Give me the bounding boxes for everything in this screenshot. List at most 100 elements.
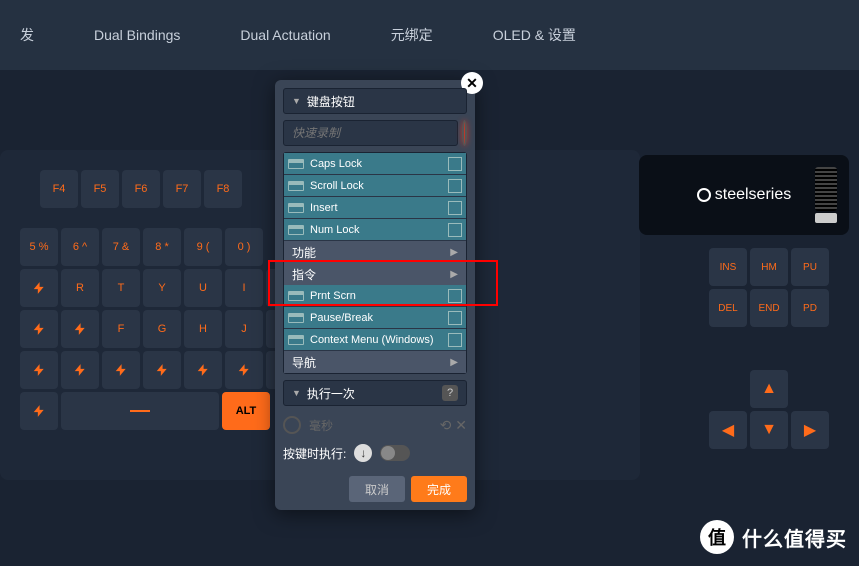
key-j[interactable]: J bbox=[225, 310, 263, 348]
speaker-grille-icon bbox=[815, 167, 837, 211]
key-bolt[interactable] bbox=[61, 351, 99, 389]
key-alt-selected[interactable]: ALT bbox=[222, 392, 270, 430]
checkbox[interactable] bbox=[448, 223, 462, 237]
checkbox[interactable] bbox=[448, 289, 462, 303]
arrow-key-cluster: ▲ ◀ ▼ ▶ bbox=[709, 370, 829, 452]
key-hm[interactable]: HM bbox=[750, 248, 788, 286]
category-command[interactable]: 指令▶ bbox=[284, 263, 466, 285]
tab-oled-settings[interactable]: OLED & 设置 bbox=[493, 25, 576, 45]
key-9[interactable]: 9 ( bbox=[184, 228, 222, 266]
checkbox[interactable] bbox=[448, 333, 462, 347]
brand-text: steelseries bbox=[715, 186, 791, 204]
tab-dual-actuation[interactable]: Dual Actuation bbox=[240, 27, 330, 43]
item-caps-lock[interactable]: Caps Lock bbox=[284, 153, 466, 175]
key-f[interactable]: F bbox=[102, 310, 140, 348]
item-pause-break[interactable]: Pause/Break bbox=[284, 307, 466, 329]
key-space[interactable] bbox=[61, 392, 219, 430]
key-i[interactable]: I bbox=[225, 269, 263, 307]
done-button[interactable]: 完成 bbox=[411, 476, 467, 502]
watermark-text: 什么值得买 bbox=[742, 523, 847, 552]
key-f4[interactable]: F4 bbox=[40, 170, 78, 208]
binding-popup: ✕ ▼键盘按钮 Caps Lock Scroll Lock Insert Num… bbox=[275, 80, 475, 510]
key-6[interactable]: 6 ^ bbox=[61, 228, 99, 266]
key-up[interactable]: ▲ bbox=[750, 370, 788, 408]
key-ins[interactable]: INS bbox=[709, 248, 747, 286]
press-toggle[interactable] bbox=[380, 445, 410, 461]
press-label: 按键时执行: bbox=[283, 445, 346, 462]
key-bolt[interactable] bbox=[20, 351, 58, 389]
execute-mode-dropdown[interactable]: ▼执行一次? bbox=[283, 380, 467, 406]
key-f5[interactable]: F5 bbox=[81, 170, 119, 208]
keyboard-icon bbox=[288, 291, 304, 301]
binding-type-dropdown[interactable]: ▼键盘按钮 bbox=[283, 88, 467, 114]
keyboard-icon bbox=[288, 159, 304, 169]
watermark-badge-icon: 值 bbox=[700, 520, 734, 554]
key-bolt[interactable] bbox=[20, 392, 58, 430]
key-y[interactable]: Y bbox=[143, 269, 181, 307]
key-bolt[interactable] bbox=[225, 351, 263, 389]
checkbox[interactable] bbox=[448, 179, 462, 193]
keypress-down-icon: ↓ bbox=[354, 444, 372, 462]
category-navigation[interactable]: 导航▶ bbox=[284, 351, 466, 373]
key-5[interactable]: 5 % bbox=[20, 228, 58, 266]
timing-row: 毫秒 ⟲ ✕ bbox=[283, 412, 467, 438]
checkbox[interactable] bbox=[448, 157, 462, 171]
key-t[interactable]: T bbox=[102, 269, 140, 307]
key-h[interactable]: H bbox=[184, 310, 222, 348]
help-icon[interactable]: ? bbox=[442, 385, 458, 401]
checkbox[interactable] bbox=[448, 311, 462, 325]
keyboard-icon bbox=[288, 181, 304, 191]
key-bolt[interactable] bbox=[20, 269, 58, 307]
key-7[interactable]: 7 & bbox=[102, 228, 140, 266]
repeat-icon[interactable]: ⟲ ✕ bbox=[440, 417, 467, 434]
key-end[interactable]: END bbox=[750, 289, 788, 327]
brand-logo: steelseries bbox=[697, 186, 791, 204]
nav-key-cluster: INS HM PU DEL END PD bbox=[709, 248, 829, 330]
checkbox[interactable] bbox=[448, 201, 462, 215]
key-pu[interactable]: PU bbox=[791, 248, 829, 286]
display-mode-button[interactable] bbox=[815, 213, 837, 223]
category-function[interactable]: 功能▶ bbox=[284, 241, 466, 263]
key-r[interactable]: R bbox=[61, 269, 99, 307]
action-list: Caps Lock Scroll Lock Insert Num Lock 功能… bbox=[283, 152, 467, 374]
item-prnt-scrn[interactable]: Prnt Scrn bbox=[284, 285, 466, 307]
key-bolt[interactable] bbox=[143, 351, 181, 389]
keyboard-icon bbox=[288, 225, 304, 235]
keyboard-icon bbox=[288, 203, 304, 213]
item-insert[interactable]: Insert bbox=[284, 197, 466, 219]
key-8[interactable]: 8 * bbox=[143, 228, 181, 266]
key-bolt[interactable] bbox=[61, 310, 99, 348]
item-num-lock[interactable]: Num Lock bbox=[284, 219, 466, 241]
dropdown-label: 键盘按钮 bbox=[307, 93, 355, 110]
oled-display: steelseries bbox=[639, 155, 849, 235]
key-bolt[interactable] bbox=[184, 351, 222, 389]
key-down[interactable]: ▼ bbox=[750, 411, 788, 449]
quick-record-input[interactable] bbox=[283, 120, 458, 146]
tab-dual-bindings[interactable]: Dual Bindings bbox=[94, 27, 180, 43]
key-del[interactable]: DEL bbox=[709, 289, 747, 327]
keyboard-icon bbox=[288, 335, 304, 345]
keyboard-icon bbox=[288, 313, 304, 323]
watermark: 值 什么值得买 bbox=[700, 520, 847, 554]
record-button[interactable] bbox=[462, 120, 467, 146]
pause-icon bbox=[283, 416, 301, 434]
item-context-menu[interactable]: Context Menu (Windows) bbox=[284, 329, 466, 351]
timing-label: 毫秒 bbox=[309, 417, 333, 434]
key-bolt[interactable] bbox=[20, 310, 58, 348]
item-scroll-lock[interactable]: Scroll Lock bbox=[284, 175, 466, 197]
tab-meta-binding[interactable]: 元绑定 bbox=[391, 25, 433, 45]
press-execute-row: 按键时执行: ↓ bbox=[283, 438, 467, 468]
key-f7[interactable]: F7 bbox=[163, 170, 201, 208]
key-0[interactable]: 0 ) bbox=[225, 228, 263, 266]
key-left[interactable]: ◀ bbox=[709, 411, 747, 449]
key-g[interactable]: G bbox=[143, 310, 181, 348]
key-right[interactable]: ▶ bbox=[791, 411, 829, 449]
key-f6[interactable]: F6 bbox=[122, 170, 160, 208]
key-pd[interactable]: PD bbox=[791, 289, 829, 327]
key-u[interactable]: U bbox=[184, 269, 222, 307]
key-bolt[interactable] bbox=[102, 351, 140, 389]
tab-bar: 发 Dual Bindings Dual Actuation 元绑定 OLED … bbox=[0, 0, 859, 70]
tab-trigger[interactable]: 发 bbox=[20, 25, 34, 45]
key-f8[interactable]: F8 bbox=[204, 170, 242, 208]
cancel-button[interactable]: 取消 bbox=[349, 476, 405, 502]
